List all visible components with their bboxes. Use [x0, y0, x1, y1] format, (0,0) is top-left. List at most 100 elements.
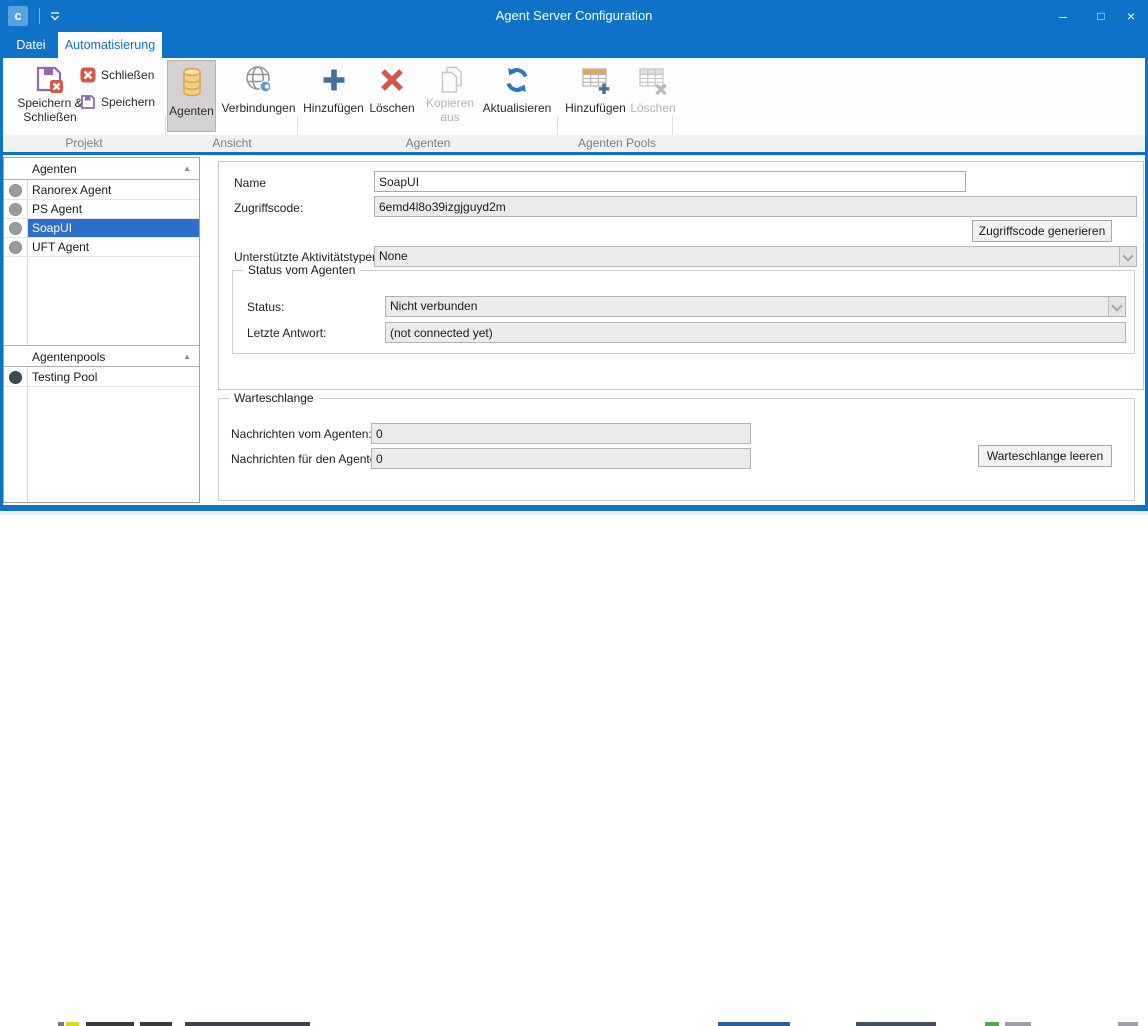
title-bar: c Agent Server Configuration – □ ×	[0, 0, 1148, 32]
generate-access-code-button[interactable]: Zugriffscode generieren	[972, 220, 1112, 242]
group-label-agenten-pools: Agenten Pools	[578, 135, 656, 151]
table-add-icon	[579, 64, 613, 96]
pools-list-header[interactable]: Agentenpools ▲	[4, 345, 199, 367]
taskbar-fragment	[185, 1022, 310, 1026]
pools-header-label: Agentenpools	[32, 350, 105, 364]
chevron-down-icon[interactable]	[48, 9, 62, 23]
agents-list-header[interactable]: Agenten ▲	[4, 158, 199, 180]
queue-group-legend: Warteschlange	[229, 391, 319, 405]
agent-status-group: Status vom Agenten Status: Nicht verbund…	[232, 270, 1135, 354]
agent-copy-from-label: Kopieren aus	[421, 96, 479, 124]
close-button[interactable]: Schließen	[80, 65, 154, 85]
minimize-button[interactable]: –	[1048, 4, 1078, 28]
agents-view-label: Agenten	[168, 104, 215, 118]
table-delete-icon	[636, 64, 670, 96]
save-and-close-button[interactable]: Speichern & Schließen	[10, 60, 90, 132]
close-red-icon	[80, 67, 96, 83]
save-icon	[80, 94, 96, 110]
messages-from-agent-field	[371, 423, 751, 444]
agent-status-icon	[9, 203, 22, 216]
pool-status-icon	[9, 371, 22, 384]
agent-detail-panel: Name Zugriffscode: Zugriffscode generier…	[200, 155, 1145, 505]
taskbar-fragment	[58, 1022, 64, 1026]
name-label: Name	[234, 176, 266, 190]
dropdown-arrow-icon	[1108, 297, 1125, 316]
group-label-ansicht: Ansicht	[212, 135, 251, 151]
taskbar-fragment	[1118, 1022, 1138, 1026]
access-code-label: Zugriffscode:	[234, 201, 303, 215]
agent-row-ranorex[interactable]: Ranorex Agent	[4, 181, 199, 200]
access-code-field[interactable]	[374, 196, 1137, 217]
connections-button[interactable]: Verbindungen	[219, 60, 298, 132]
status-dropdown[interactable]: Nicht verbunden	[385, 296, 1126, 317]
agent-row-label: PS Agent	[32, 200, 82, 219]
agent-add-button[interactable]: Hinzufügen	[303, 60, 364, 132]
content-area: Agenten ▲ Ranorex Agent PS Agent SoapUI …	[3, 155, 1145, 505]
close-label: Schließen	[101, 68, 154, 82]
messages-for-agent-label: Nachrichten für den Agenten:	[231, 452, 386, 466]
clear-queue-button[interactable]: Warteschlange leeren	[978, 445, 1112, 467]
name-input[interactable]	[374, 171, 966, 192]
taskbar-fragment	[718, 1022, 790, 1026]
window-border-left	[0, 32, 3, 510]
globe-icon	[243, 64, 275, 96]
agent-status-icon	[9, 184, 22, 197]
agent-status-icon	[9, 222, 22, 235]
agent-refresh-label: Aktualisieren	[480, 101, 554, 115]
agents-view-button[interactable]: Agenten	[167, 60, 216, 132]
agent-add-label: Hinzufügen	[303, 101, 364, 115]
window-title: Agent Server Configuration	[496, 8, 653, 23]
activity-types-dropdown[interactable]: None	[374, 246, 1137, 267]
status-label: Status:	[247, 300, 284, 314]
taskbar-strip	[0, 511, 1148, 515]
agent-refresh-button[interactable]: Aktualisieren	[480, 60, 554, 132]
pool-add-label: Hinzufügen	[563, 101, 628, 115]
group-label-projekt: Projekt	[65, 135, 102, 151]
agent-row-ps[interactable]: PS Agent	[4, 200, 199, 219]
plus-icon	[318, 64, 350, 96]
agent-form-box: Name Zugriffscode: Zugriffscode generier…	[218, 161, 1144, 390]
agent-delete-label: Löschen	[365, 101, 419, 115]
messages-from-agent-label: Nachrichten vom Agenten:	[231, 427, 372, 441]
agent-row-label: Ranorex Agent	[32, 181, 111, 200]
messages-for-agent-field	[371, 448, 751, 469]
close-window-button[interactable]: ×	[1116, 4, 1146, 28]
pool-row-label: Testing Pool	[32, 368, 97, 387]
queue-group: Warteschlange Nachrichten vom Agenten: N…	[218, 398, 1135, 501]
dropdown-arrow-icon	[1119, 247, 1136, 266]
app-logo-letter: c	[14, 8, 21, 23]
agent-delete-button[interactable]: Löschen	[365, 60, 419, 132]
save-and-close-label: Speichern & Schließen	[10, 96, 90, 124]
agent-copy-from-button[interactable]: Kopieren aus	[421, 60, 479, 132]
last-response-field	[385, 322, 1126, 343]
taskbar-fragment	[856, 1022, 936, 1026]
pool-row-testing[interactable]: Testing Pool	[4, 368, 199, 387]
pool-add-button[interactable]: Hinzufügen	[563, 60, 628, 132]
pool-delete-button[interactable]: Löschen	[629, 60, 677, 132]
database-icon	[177, 65, 207, 99]
app-logo-icon[interactable]: c	[8, 6, 28, 26]
taskbar-fragment	[1005, 1022, 1031, 1026]
tab-datei[interactable]: Datei	[6, 32, 56, 58]
sidebar: Agenten ▲ Ranorex Agent PS Agent SoapUI …	[3, 157, 200, 503]
connections-label: Verbindungen	[219, 101, 298, 115]
agent-row-label: SoapUI	[32, 219, 72, 238]
ribbon-tab-row: Datei Automatisierung	[0, 32, 1148, 58]
refresh-icon	[501, 64, 533, 96]
group-label-agenten: Agenten	[406, 135, 451, 151]
agent-server-configuration-window: c Agent Server Configuration – □ × Datei…	[0, 0, 1148, 515]
agent-row-soapui[interactable]: SoapUI	[4, 219, 199, 238]
taskbar-fragment	[86, 1022, 134, 1026]
taskbar-fragment	[140, 1022, 172, 1026]
save-label: Speichern	[101, 95, 155, 109]
last-response-label: Letzte Antwort:	[247, 326, 326, 340]
taskbar-fragment	[985, 1022, 999, 1026]
copy-documents-icon	[434, 64, 466, 96]
maximize-button[interactable]: □	[1086, 4, 1116, 28]
agent-row-label: UFT Agent	[32, 238, 89, 257]
save-button[interactable]: Speichern	[80, 92, 155, 112]
save-close-icon	[34, 64, 66, 96]
agent-row-uft[interactable]: UFT Agent	[4, 238, 199, 257]
sort-ascending-icon: ▲	[183, 346, 191, 368]
tab-automatisierung[interactable]: Automatisierung	[58, 32, 162, 58]
